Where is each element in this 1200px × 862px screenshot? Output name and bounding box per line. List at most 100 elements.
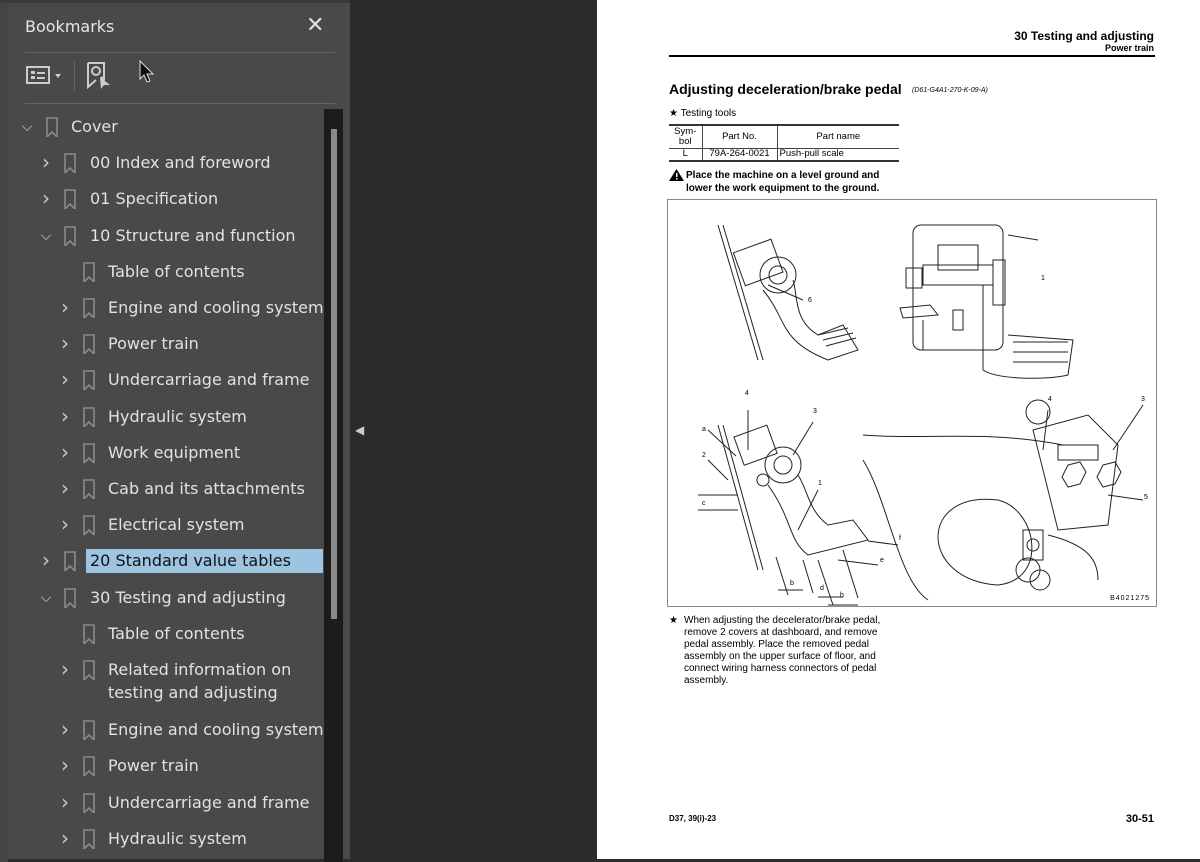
bookmark-icon bbox=[83, 515, 95, 536]
title-code: (D61-G4A1-270-K-09-A) bbox=[912, 87, 988, 94]
chevron-right-icon[interactable]: › bbox=[58, 513, 72, 535]
bookmark-icon bbox=[64, 551, 76, 572]
figure-label: c bbox=[702, 500, 706, 507]
bookmark-item[interactable]: Table of contents bbox=[0, 622, 325, 648]
scrollbar[interactable] bbox=[324, 109, 343, 862]
table-header: Sym- bol bbox=[669, 124, 703, 149]
table-cell: 79A-264-0021 bbox=[701, 147, 778, 162]
bookmark-item[interactable]: ⌵ 10 Structure and function bbox=[0, 224, 325, 250]
bookmark-label: Table of contents bbox=[108, 623, 245, 643]
figure-label: e bbox=[880, 557, 884, 564]
figure-label: 4 bbox=[1048, 396, 1052, 403]
chevron-right-icon[interactable]: › bbox=[58, 477, 72, 499]
bookmark-item[interactable]: › Cab and its attachments bbox=[0, 477, 325, 503]
bookmark-item[interactable]: › Work equipment bbox=[0, 441, 325, 467]
list-options-button[interactable] bbox=[25, 63, 65, 93]
bookmark-icon bbox=[64, 225, 76, 246]
find-current-bookmark-button[interactable] bbox=[86, 61, 114, 95]
chevron-right-icon[interactable]: › bbox=[58, 405, 72, 427]
chevron-right-icon[interactable]: › bbox=[58, 368, 72, 390]
bookmark-item[interactable]: › Undercarriage and frame bbox=[0, 791, 325, 817]
chevron-right-icon[interactable]: › bbox=[39, 187, 53, 209]
star-icon: ★ bbox=[669, 108, 681, 119]
bookmark-icon bbox=[83, 442, 95, 463]
bookmark-label: Hydraulic system bbox=[108, 406, 247, 426]
chevron-down-icon[interactable]: ⌵ bbox=[39, 224, 53, 248]
bookmark-item[interactable]: › Electrical system bbox=[0, 513, 325, 539]
bookmark-item[interactable]: › Hydraulic system bbox=[0, 405, 325, 431]
figure-label: f bbox=[899, 535, 901, 542]
bookmark-label: Related information on bbox=[108, 660, 292, 679]
figure-label: 1 bbox=[1041, 275, 1045, 282]
bookmark-item[interactable]: › Power train bbox=[0, 332, 325, 358]
table-cell: Push-pull scale bbox=[776, 147, 899, 162]
bookmark-item[interactable]: › 01 Specification bbox=[0, 187, 325, 213]
bookmark-label: Work equipment bbox=[108, 442, 241, 462]
chevron-right-icon[interactable]: › bbox=[58, 827, 72, 849]
bookmark-item[interactable]: › Power train bbox=[0, 754, 325, 780]
bookmark-label: Undercarriage and frame bbox=[108, 370, 310, 390]
scrollbar-thumb[interactable] bbox=[331, 129, 337, 619]
warning-icon bbox=[669, 169, 684, 181]
chevron-right-icon[interactable]: › bbox=[58, 754, 72, 776]
list-options-icon bbox=[26, 66, 61, 84]
footer-model: D37, 39(i)-23 bbox=[669, 814, 717, 823]
bookmark-icon bbox=[46, 117, 58, 137]
chevron-down-icon[interactable]: ⌵ bbox=[20, 115, 34, 139]
note: ★ When adjusting the decelerator/brake p… bbox=[669, 615, 899, 687]
page-title: Adjusting deceleration/brake pedal bbox=[669, 81, 902, 97]
warning: Place the machine on a level ground and … bbox=[669, 169, 889, 195]
close-icon[interactable]: ✕ bbox=[306, 13, 324, 38]
bookmark-item[interactable]: › Hydraulic system bbox=[0, 827, 325, 853]
bookmark-label: Power train bbox=[108, 756, 199, 776]
bookmark-item[interactable]: ⌵ Cover bbox=[0, 115, 325, 141]
bookmark-label: 00 Index and foreword bbox=[90, 153, 271, 173]
divider bbox=[25, 52, 335, 53]
bookmarks-panel: Bookmarks ✕ ⌵ Cover › 00 Index and foreword… bbox=[0, 0, 350, 862]
collapse-panel-icon[interactable]: ◀ bbox=[355, 423, 364, 437]
chevron-right-icon[interactable]: › bbox=[58, 441, 72, 463]
table-header: Part No. bbox=[701, 124, 778, 149]
bookmark-label: Electrical system bbox=[108, 515, 245, 535]
bookmark-item[interactable]: ⌵ 30 Testing and adjusting bbox=[0, 586, 325, 612]
bookmark-icon bbox=[83, 370, 95, 391]
bookmark-item[interactable]: › 20 Standard value tables bbox=[0, 549, 325, 575]
bookmark-item[interactable]: › Engine and cooling system bbox=[0, 296, 325, 322]
bookmark-item[interactable]: Table of contents bbox=[0, 260, 325, 286]
bookmark-label: Power train bbox=[108, 334, 199, 354]
bookmark-item[interactable]: › Related information on testing and adjus… bbox=[0, 658, 325, 702]
table-row: L 79A-264-0021 Push-pull scale bbox=[669, 147, 899, 162]
bookmark-icon bbox=[83, 623, 95, 644]
bookmark-label: 10 Structure and function bbox=[90, 225, 296, 245]
figure-label: 1 bbox=[818, 480, 822, 487]
header-section: 30 Testing and adjusting bbox=[1014, 29, 1154, 43]
bookmark-tree: ⌵ Cover › 00 Index and foreword › 01 Specific… bbox=[0, 109, 325, 862]
bookmark-label: 01 Specification bbox=[90, 189, 219, 209]
chevron-right-icon[interactable]: › bbox=[39, 549, 53, 571]
bookmark-icon bbox=[83, 792, 95, 813]
chevron-right-icon[interactable]: › bbox=[58, 296, 72, 318]
chevron-right-icon[interactable]: › bbox=[58, 791, 72, 813]
page-number: 30-51 bbox=[1125, 813, 1154, 825]
figure-label: 2 bbox=[702, 452, 706, 459]
warning-text: Place the machine on a level ground and … bbox=[686, 170, 880, 194]
bookmark-icon bbox=[83, 334, 95, 355]
bookmark-item[interactable]: › 00 Index and foreword bbox=[0, 151, 325, 177]
chevron-right-icon[interactable]: › bbox=[58, 332, 72, 354]
chevron-right-icon[interactable]: › bbox=[39, 151, 53, 173]
bookmark-label: Engine and cooling system bbox=[108, 720, 324, 740]
bookmark-icon bbox=[64, 587, 76, 608]
bookmark-item[interactable]: › Undercarriage and frame bbox=[0, 368, 325, 394]
bookmark-icon bbox=[83, 298, 95, 318]
note-text: When adjusting the decelerator/brake ped… bbox=[684, 615, 881, 686]
chevron-right-icon[interactable]: › bbox=[58, 658, 72, 680]
chevron-right-icon[interactable]: › bbox=[58, 718, 72, 740]
chevron-down-icon[interactable]: ⌵ bbox=[39, 586, 53, 610]
figure-code: B4021275 bbox=[1110, 595, 1150, 602]
figure-label: 6 bbox=[808, 297, 812, 304]
bookmark-item[interactable]: › Engine and cooling system bbox=[0, 718, 325, 744]
toolbar-separator bbox=[74, 61, 75, 91]
bookmark-label: Cover bbox=[71, 117, 118, 136]
figure-label: d bbox=[820, 585, 824, 592]
bookmark-label: Undercarriage and frame bbox=[108, 792, 310, 812]
